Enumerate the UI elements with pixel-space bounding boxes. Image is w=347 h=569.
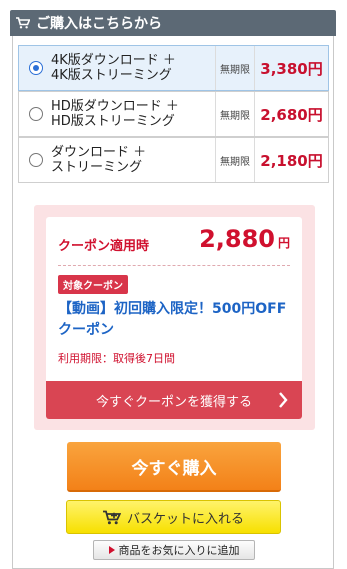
coupon-price: 2,880 円 [199, 225, 290, 253]
add-to-basket-label: バスケットに入れる [126, 511, 244, 527]
option-4k-badge: 無期限 [220, 64, 250, 76]
buy-now-label: 今すぐ購入 [131, 458, 217, 479]
get-coupon-button[interactable]: 今すぐクーポンを獲得する [46, 381, 302, 419]
option-sd-line1: ダウンロード ＋ [51, 145, 147, 160]
option-hd-badge: 無期限 [220, 110, 250, 122]
option-sd-badge-cell: 無期限 [215, 138, 254, 182]
purchase-panel: 4K版ダウンロード ＋ 4K版ストリーミング 無期限 3,380円 HD版ダウン… [12, 36, 334, 569]
option-4k-line2: 4K版ストリーミング [51, 68, 172, 83]
add-to-basket-button[interactable]: バスケットに入れる [66, 500, 281, 534]
option-sd-line2: ストリーミング [51, 160, 143, 175]
coupon-title-link[interactable]: 【動画】初回購入限定！500円OFFクーポン [58, 299, 293, 341]
option-sd-name: ダウンロード ＋ ストリーミング [51, 145, 211, 175]
radio-hd[interactable] [29, 107, 43, 121]
option-hd-name: HD版ダウンロード ＋ HD版ストリーミング [51, 99, 211, 129]
purchase-header: ご購入はこちらから [10, 10, 336, 36]
coupon-label: クーポン適用時 [58, 239, 150, 254]
coupon-box: クーポン適用時 2,880 円 対象クーポン 【動画】初回購入限定！500円OFF… [34, 205, 315, 430]
radio-sd[interactable] [29, 153, 43, 167]
add-to-favorites-label: 商品をお気に入りに追加 [118, 544, 240, 557]
option-sd[interactable]: ダウンロード ＋ ストリーミング 無期限 2,180円 [18, 137, 329, 183]
option-hd[interactable]: HD版ダウンロード ＋ HD版ストリーミング 無期限 2,680円 [18, 91, 329, 137]
get-coupon-button-label: 今すぐクーポンを獲得する [95, 394, 252, 410]
option-hd-line2: HD版ストリーミング [51, 114, 175, 129]
coupon-price-value: 2,880 [199, 225, 275, 253]
option-sd-price: 2,180円 [254, 138, 328, 182]
option-4k-price: 3,380円 [254, 46, 328, 90]
coupon-card: クーポン適用時 2,880 円 対象クーポン 【動画】初回購入限定！500円OFF… [46, 217, 302, 419]
play-arrow-icon [108, 546, 115, 554]
chevron-right-icon [279, 392, 288, 408]
option-4k-name: 4K版ダウンロード ＋ 4K版ストリーミング [51, 53, 211, 83]
cart-icon [102, 510, 121, 524]
coupon-tag: 対象クーポン [58, 275, 128, 294]
radio-4k[interactable] [29, 61, 43, 75]
option-hd-line1: HD版ダウンロード ＋ [51, 99, 179, 114]
option-4k[interactable]: 4K版ダウンロード ＋ 4K版ストリーミング 無期限 3,380円 [18, 45, 329, 91]
option-4k-badge-cell: 無期限 [215, 46, 254, 90]
option-sd-badge: 無期限 [220, 156, 250, 168]
coupon-divider [58, 265, 290, 266]
option-hd-badge-cell: 無期限 [215, 92, 254, 136]
add-to-favorites-button[interactable]: 商品をお気に入りに追加 [93, 540, 255, 560]
coupon-price-currency: 円 [277, 236, 290, 250]
option-4k-line1: 4K版ダウンロード ＋ [51, 53, 176, 68]
buy-now-button[interactable]: 今すぐ購入 [67, 442, 281, 492]
option-hd-price: 2,680円 [254, 92, 328, 136]
coupon-expiry: 利用期限：取得後7日間 [58, 352, 175, 365]
cart-icon [16, 17, 30, 29]
purchase-header-title: ご購入はこちらから [36, 16, 162, 32]
